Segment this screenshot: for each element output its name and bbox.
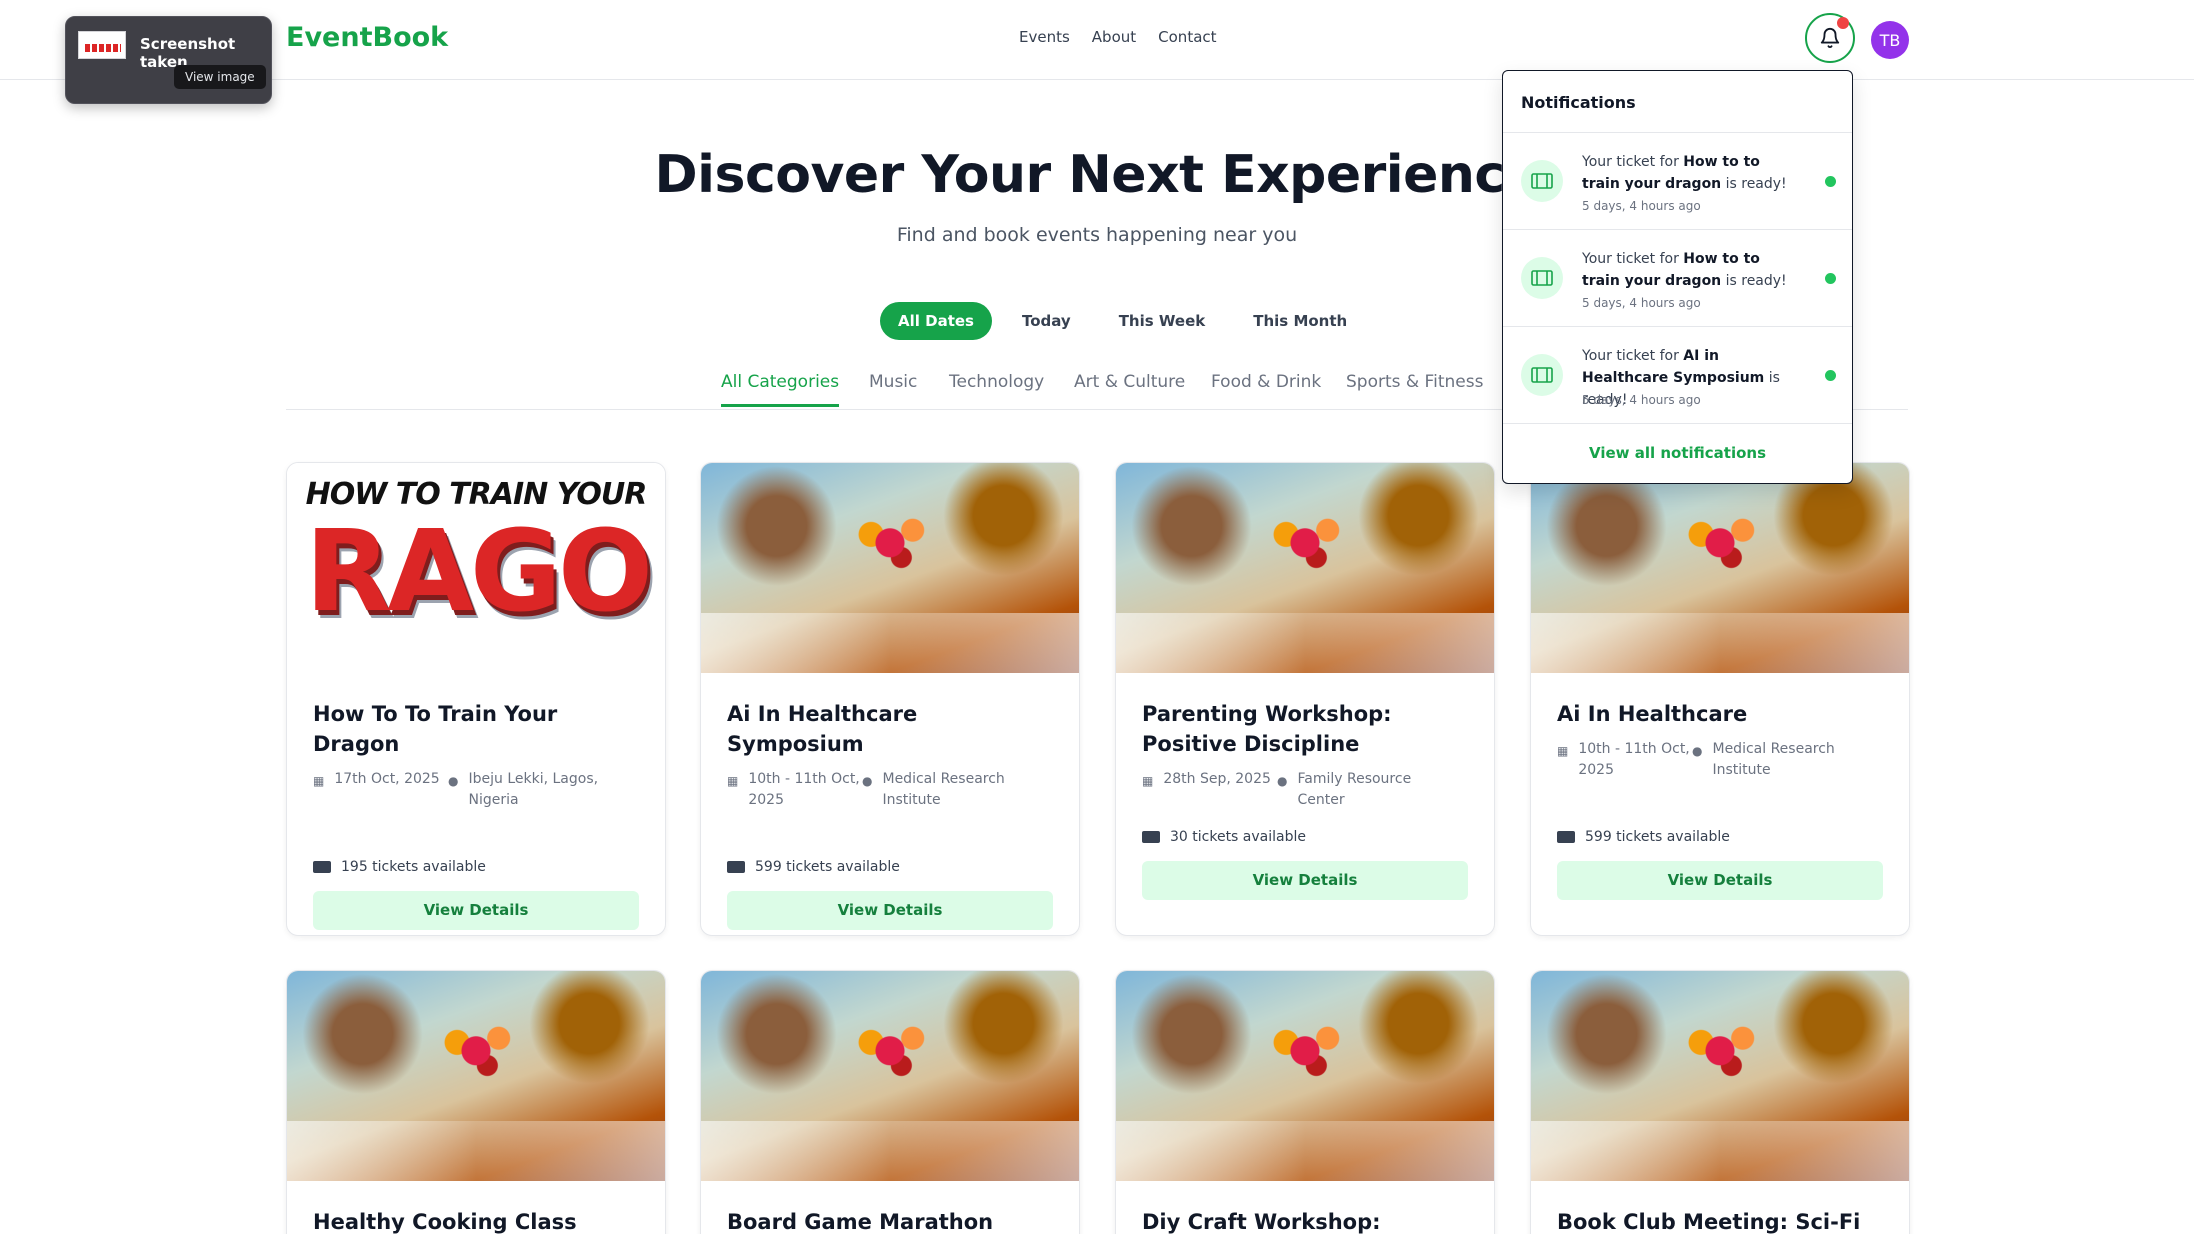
notifications-dropdown: Notifications Your ticket for How to to … (1502, 70, 1853, 484)
event-card[interactable]: Book Club Meeting: Sci-Fi (1530, 970, 1910, 1234)
event-image (701, 463, 1079, 673)
tab-sports-fitness[interactable]: Sports & Fitness (1346, 372, 1483, 404)
unread-indicator (1825, 273, 1836, 284)
event-card[interactable]: HOW TO TRAIN YOUR RAGO How To To Train Y… (286, 462, 666, 936)
ticket-icon (1142, 831, 1160, 843)
view-details-button[interactable]: View Details (727, 891, 1053, 930)
tab-music[interactable]: Music (869, 372, 917, 404)
unread-indicator (1825, 176, 1836, 187)
location-pin-icon: ● (1277, 774, 1288, 788)
view-image-button[interactable]: View image (174, 65, 266, 89)
notifications-title: Notifications (1503, 71, 1852, 133)
notification-item[interactable]: Your ticket for How to to train your dra… (1503, 230, 1852, 327)
event-image (1116, 971, 1494, 1181)
event-image (701, 971, 1079, 1181)
event-title: Book Club Meeting: Sci-Fi (1557, 1210, 1861, 1234)
event-title: How To To Train Your Dragon (313, 702, 558, 756)
event-card[interactable]: Parenting Workshop: Positive Discipline … (1115, 462, 1495, 936)
event-card[interactable]: Ai In Healthcare Symposium ▦ 10th - 11th … (700, 462, 1080, 936)
filter-this-month[interactable]: This Month (1235, 302, 1365, 340)
view-details-button[interactable]: View Details (1557, 861, 1883, 900)
event-title: Diy Craft Workshop: Jewelry (1142, 1210, 1381, 1234)
event-date: 17th Oct, 2025 (334, 771, 440, 787)
event-location: Medical Research Institute (1712, 741, 1835, 778)
event-date: 28th Sep, 2025 (1163, 771, 1271, 787)
hero-subtitle: Find and book events happening near you (896, 224, 1298, 246)
event-title: Ai In Healthcare Symposium (727, 702, 918, 756)
nav-contact-link[interactable]: Contact (1158, 28, 1216, 46)
calendar-icon: ▦ (313, 774, 325, 788)
screenshot-thumbnail[interactable] (78, 31, 126, 59)
tickets-available: 599 tickets available (1585, 829, 1730, 845)
ticket-icon (1521, 354, 1563, 396)
filter-this-week[interactable]: This Week (1101, 302, 1224, 340)
screenshot-toast: Screenshot taken View image (65, 16, 272, 104)
notification-time: 5 days, 4 hours ago (1582, 199, 1701, 213)
event-image (1531, 463, 1909, 673)
event-image (1531, 971, 1909, 1181)
event-date: 10th - 11th Oct, 2025 (748, 771, 860, 808)
view-details-button[interactable]: View Details (313, 891, 639, 930)
poster-text-big: RAGO (304, 507, 653, 637)
notification-time: 5 days, 4 hours ago (1582, 393, 1701, 407)
user-avatar[interactable]: TB (1871, 21, 1909, 59)
event-card[interactable]: Ai In Healthcare ▦ 10th - 11th Oct, 2025 … (1530, 462, 1910, 936)
tickets-available: 195 tickets available (341, 859, 486, 875)
calendar-icon: ▦ (727, 774, 739, 788)
notifications-button[interactable] (1805, 13, 1855, 63)
tab-art-culture[interactable]: Art & Culture (1074, 372, 1185, 404)
ticket-icon (727, 861, 745, 873)
event-card[interactable]: Board Game Marathon (700, 970, 1080, 1234)
notification-time: 5 days, 4 hours ago (1582, 296, 1701, 310)
notification-suffix: is ready! (1721, 176, 1787, 192)
notification-item[interactable]: Your ticket for AI in Healthcare Symposi… (1503, 327, 1852, 424)
notification-prefix: Your ticket for (1582, 348, 1684, 364)
unread-indicator (1825, 370, 1836, 381)
main-nav: Events About Contact (1019, 28, 1217, 46)
event-title: Parenting Workshop: Positive Discipline (1142, 702, 1392, 756)
notification-badge (1837, 17, 1849, 29)
event-location: Family Resource Center (1297, 771, 1412, 808)
event-title: Board Game Marathon (727, 1210, 994, 1234)
ticket-icon (313, 861, 331, 873)
ticket-icon (1557, 831, 1575, 843)
event-location: Medical Research Institute (882, 771, 1005, 808)
filter-all-dates[interactable]: All Dates (880, 302, 992, 340)
nav-events-link[interactable]: Events (1019, 28, 1070, 46)
location-pin-icon: ● (862, 774, 873, 788)
event-card[interactable]: Diy Craft Workshop: Jewelry (1115, 970, 1495, 1234)
bell-icon (1820, 28, 1840, 49)
calendar-icon: ▦ (1557, 744, 1569, 758)
event-image (1116, 463, 1494, 673)
tickets-available: 30 tickets available (1170, 829, 1306, 845)
event-date: 10th - 11th Oct, 2025 (1578, 741, 1690, 778)
top-navbar: EventBook Events About Contact TB (0, 0, 2194, 80)
app-logo[interactable]: EventBook (286, 22, 448, 53)
location-pin-icon: ● (448, 774, 459, 788)
nav-about-link[interactable]: About (1092, 28, 1136, 46)
ticket-icon (1521, 257, 1563, 299)
event-title: Ai In Healthcare (1557, 702, 1748, 726)
notification-item[interactable]: Your ticket for How to to train your dra… (1503, 133, 1852, 230)
hero-title: Discover Your Next Experience (654, 145, 1540, 205)
filter-today[interactable]: Today (1004, 302, 1089, 340)
tickets-available: 599 tickets available (755, 859, 900, 875)
tab-technology[interactable]: Technology (949, 372, 1044, 404)
event-location: Ibeju Lekki, Lagos, Nigeria (468, 771, 599, 808)
event-image (287, 971, 665, 1181)
location-pin-icon: ● (1692, 744, 1703, 758)
view-details-button[interactable]: View Details (1142, 861, 1468, 900)
event-image: HOW TO TRAIN YOUR RAGO (287, 463, 665, 673)
notification-prefix: Your ticket for (1582, 251, 1684, 267)
calendar-icon: ▦ (1142, 774, 1154, 788)
notification-prefix: Your ticket for (1582, 154, 1684, 170)
date-filter-group: All Dates Today This Week This Month (880, 302, 1365, 340)
tab-food-drink[interactable]: Food & Drink (1211, 372, 1321, 404)
notification-suffix: is ready! (1721, 273, 1787, 289)
ticket-icon (1521, 160, 1563, 202)
event-card[interactable]: Healthy Cooking Class (286, 970, 666, 1234)
event-title: Healthy Cooking Class (313, 1210, 577, 1234)
tab-all-categories[interactable]: All Categories (721, 372, 840, 407)
view-all-notifications-link[interactable]: View all notifications (1503, 423, 1852, 483)
